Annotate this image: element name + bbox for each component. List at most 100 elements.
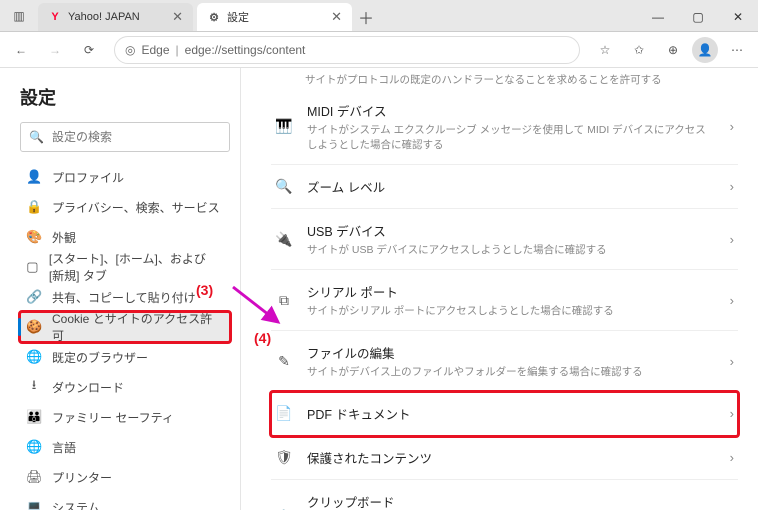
nav-label: システム [52,499,100,510]
sidebar-item-0[interactable]: 👤 プロファイル [20,162,230,192]
row-subtitle: サイトがデバイス上のファイルやフォルダーを編集する場合に確認する [307,364,716,379]
settings-row-4[interactable]: ✎ ファイルの編集サイトがデバイス上のファイルやフォルダーを編集する場合に確認する… [271,331,738,392]
tab-close-icon[interactable]: ✕ [331,9,342,25]
settings-row-5[interactable]: 📄 PDF ドキュメント › [271,392,738,436]
collections-button[interactable]: ⊕ [658,35,688,65]
row-icon: ✎ [275,353,293,370]
row-subtitle: サイトがシステム エクスクルーシブ メッセージを使用して MIDI デバイスにア… [307,122,716,152]
tab-favicon: ⚙ [207,10,221,24]
sidebar-item-1[interactable]: 🔒 プライバシー、検索、サービス [20,192,230,222]
chevron-right-icon: › [730,406,734,421]
tab-0[interactable]: YYahoo! JAPAN✕ [38,3,193,31]
row-subtitle: サイトが USB デバイスにアクセスしようとした場合に確認する [307,242,716,257]
nav-icon: ▢ [26,259,39,275]
row-icon: 📄 [275,405,293,422]
more-button[interactable]: ⋯ [722,35,752,65]
chevron-right-icon: › [730,119,734,134]
url-text: edge://settings/content [185,43,306,57]
row-icon: ⧉ [275,292,293,309]
search-input[interactable] [52,130,221,144]
new-tab-button[interactable]: ＋ [352,3,380,31]
sidebar-item-9[interactable]: 🌐 言語 [20,432,230,462]
nav-label: 共有、コピーして貼り付け [52,289,196,306]
nav-label: ダウンロード [52,379,124,396]
annotation-4: (4) [254,330,271,346]
nav-label: ファミリー セーフティ [52,409,174,426]
settings-row-0[interactable]: 🎹 MIDI デバイスサイトがシステム エクスクルーシブ メッセージを使用して M… [271,95,738,165]
sidebar-item-8[interactable]: 👪 ファミリー セーフティ [20,402,230,432]
refresh-button[interactable]: ⟳ [74,35,104,65]
minimize-button[interactable]: ― [638,3,678,31]
row-icon: 🛡 [275,449,293,466]
sidebar-item-10[interactable]: 🖨 プリンター [20,462,230,492]
nav-icon: 🌐 [26,349,42,365]
sidebar-item-3[interactable]: ▢ [スタート]、[ホーム]、および [新規] タブ [20,252,230,282]
profile-button[interactable]: 👤 [692,37,718,63]
address-bar[interactable]: ◎ Edge | edge://settings/content [114,36,580,64]
sidebar-item-11[interactable]: 💻 システム [20,492,230,510]
row-icon: 🔌 [275,231,293,248]
edge-icon: ◎ [125,43,135,57]
nav-label: プロファイル [52,169,124,186]
nav-icon: 👪 [26,409,42,425]
nav-icon: ⭳ [26,376,42,398]
chevron-right-icon: › [730,354,734,369]
nav-icon: 🍪 [26,319,42,335]
favorites-bar-button[interactable]: ✩ [624,35,654,65]
nav-label: 言語 [52,439,76,456]
settings-heading: 設定 [20,84,230,110]
tab-close-icon[interactable]: ✕ [172,9,183,25]
settings-row-1[interactable]: 🔍 ズーム レベル › [271,165,738,209]
nav-icon: 🖨 [26,469,42,485]
annotation-3: (3) [196,282,213,298]
favorite-button[interactable]: ☆ [590,35,620,65]
settings-row-2[interactable]: 🔌 USB デバイスサイトが USB デバイスにアクセスしようとした場合に確認する… [271,209,738,270]
row-title: PDF ドキュメント [307,404,716,423]
tab-title: 設定 [227,9,249,25]
chevron-right-icon: › [730,179,734,194]
nav-label: プライバシー、検索、サービス [52,199,220,216]
row-title: シリアル ポート [307,282,716,301]
nav-label: 既定のブラウザー [52,349,148,366]
nav-icon: 💻 [26,499,42,510]
nav-icon: 🌐 [26,439,42,455]
settings-row-7[interactable]: 📋クリップボードクリップボードにコピーされているテキストや画像にサイトがアクセス… [271,480,738,510]
nav-icon: 👤 [26,169,42,185]
settings-search[interactable]: 🔍 [20,122,230,152]
sidebar-item-2[interactable]: 🎨 外観 [20,222,230,252]
nav-label: プリンター [52,469,112,486]
chevron-right-icon: › [730,450,734,465]
nav-icon: 🔗 [26,289,42,305]
tab-favicon: Y [48,10,62,24]
nav-icon: 🎨 [26,229,42,245]
nav-icon: 🔒 [26,199,42,215]
row-icon: 🎹 [275,118,293,135]
maximize-button[interactable]: ▢ [678,3,718,31]
row-title: MIDI デバイス [307,101,716,120]
row-title: クリップボード [307,492,716,510]
search-icon: 🔍 [29,130,44,144]
tab-1[interactable]: ⚙ 設定 ✕ [197,3,352,31]
sidebar-item-5[interactable]: 🍪 Cookie とサイトのアクセス許可 [20,312,230,342]
nav-label: 外観 [52,229,76,246]
row-title: ファイルの編集 [307,343,716,362]
back-button[interactable]: ← [6,35,36,65]
sidebar-item-6[interactable]: 🌐 既定のブラウザー [20,342,230,372]
nav-label: Cookie とサイトのアクセス許可 [52,310,224,344]
row-title: USB デバイス [307,221,716,240]
row-icon: 🔍 [275,178,293,195]
engine-label: Edge [141,43,169,57]
settings-row-3[interactable]: ⧉ シリアル ポートサイトがシリアル ポートにアクセスしようとした場合に確認する › [271,270,738,331]
truncated-row-sub: サイトがプロトコルの既定のハンドラーとなることを求めることを許可する [271,68,738,95]
row-title: 保護されたコンテンツ [307,448,716,467]
close-window-button[interactable]: ✕ [718,3,758,31]
forward-button[interactable]: → [40,35,70,65]
tab-actions-button[interactable]: ▥ [4,1,34,31]
sidebar-item-7[interactable]: ⭳ ダウンロード [20,372,230,402]
chevron-right-icon: › [730,232,734,247]
chevron-right-icon: › [730,293,734,308]
row-subtitle: サイトがシリアル ポートにアクセスしようとした場合に確認する [307,303,716,318]
row-title: ズーム レベル [307,177,716,196]
nav-label: [スタート]、[ホーム]、および [新規] タブ [49,250,224,284]
settings-row-6[interactable]: 🛡 保護されたコンテンツ › [271,436,738,480]
